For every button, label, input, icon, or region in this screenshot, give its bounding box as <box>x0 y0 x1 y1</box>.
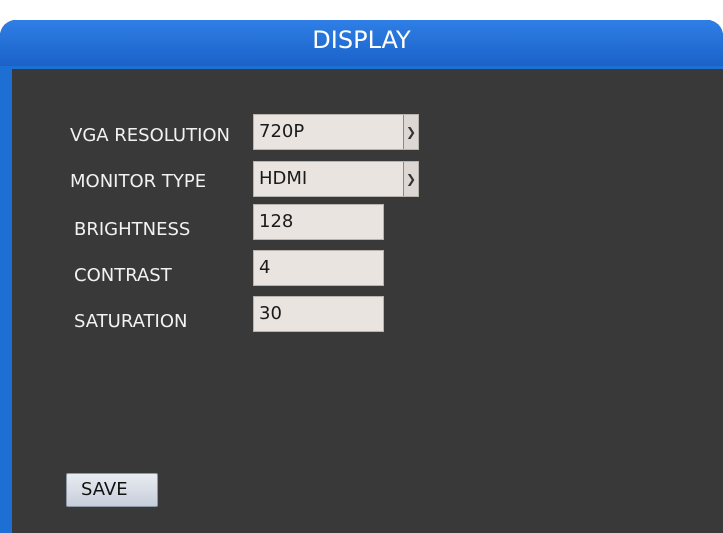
monitor-type-label: MONITOR TYPE <box>70 171 207 192</box>
contrast-label: CONTRAST <box>74 265 172 286</box>
monitor-type-value: HDMI <box>259 168 308 189</box>
chevron-down-icon[interactable]: ❯ <box>403 162 418 196</box>
save-button[interactable]: SAVE <box>66 473 158 507</box>
brightness-input[interactable]: 128 <box>253 204 384 240</box>
chevron-down-icon[interactable]: ❯ <box>403 115 418 149</box>
saturation-label: SATURATION <box>74 311 188 332</box>
vga-resolution-value: 720P <box>259 121 305 142</box>
vga-resolution-select[interactable]: 720P ❯ <box>253 114 419 150</box>
vga-resolution-label: VGA RESOLUTION <box>70 125 231 146</box>
settings-panel: VGA RESOLUTION 720P ❯ MONITOR TYPE HDMI … <box>12 69 723 533</box>
brightness-label: BRIGHTNESS <box>74 219 191 240</box>
title-bar: DISPLAY <box>0 20 723 66</box>
contrast-input[interactable]: 4 <box>253 250 384 286</box>
monitor-type-select[interactable]: HDMI ❯ <box>253 161 419 197</box>
window-title: DISPLAY <box>312 26 411 54</box>
saturation-input[interactable]: 30 <box>253 296 384 332</box>
display-window: DISPLAY VGA RESOLUTION 720P ❯ MONITOR TY… <box>0 20 723 533</box>
